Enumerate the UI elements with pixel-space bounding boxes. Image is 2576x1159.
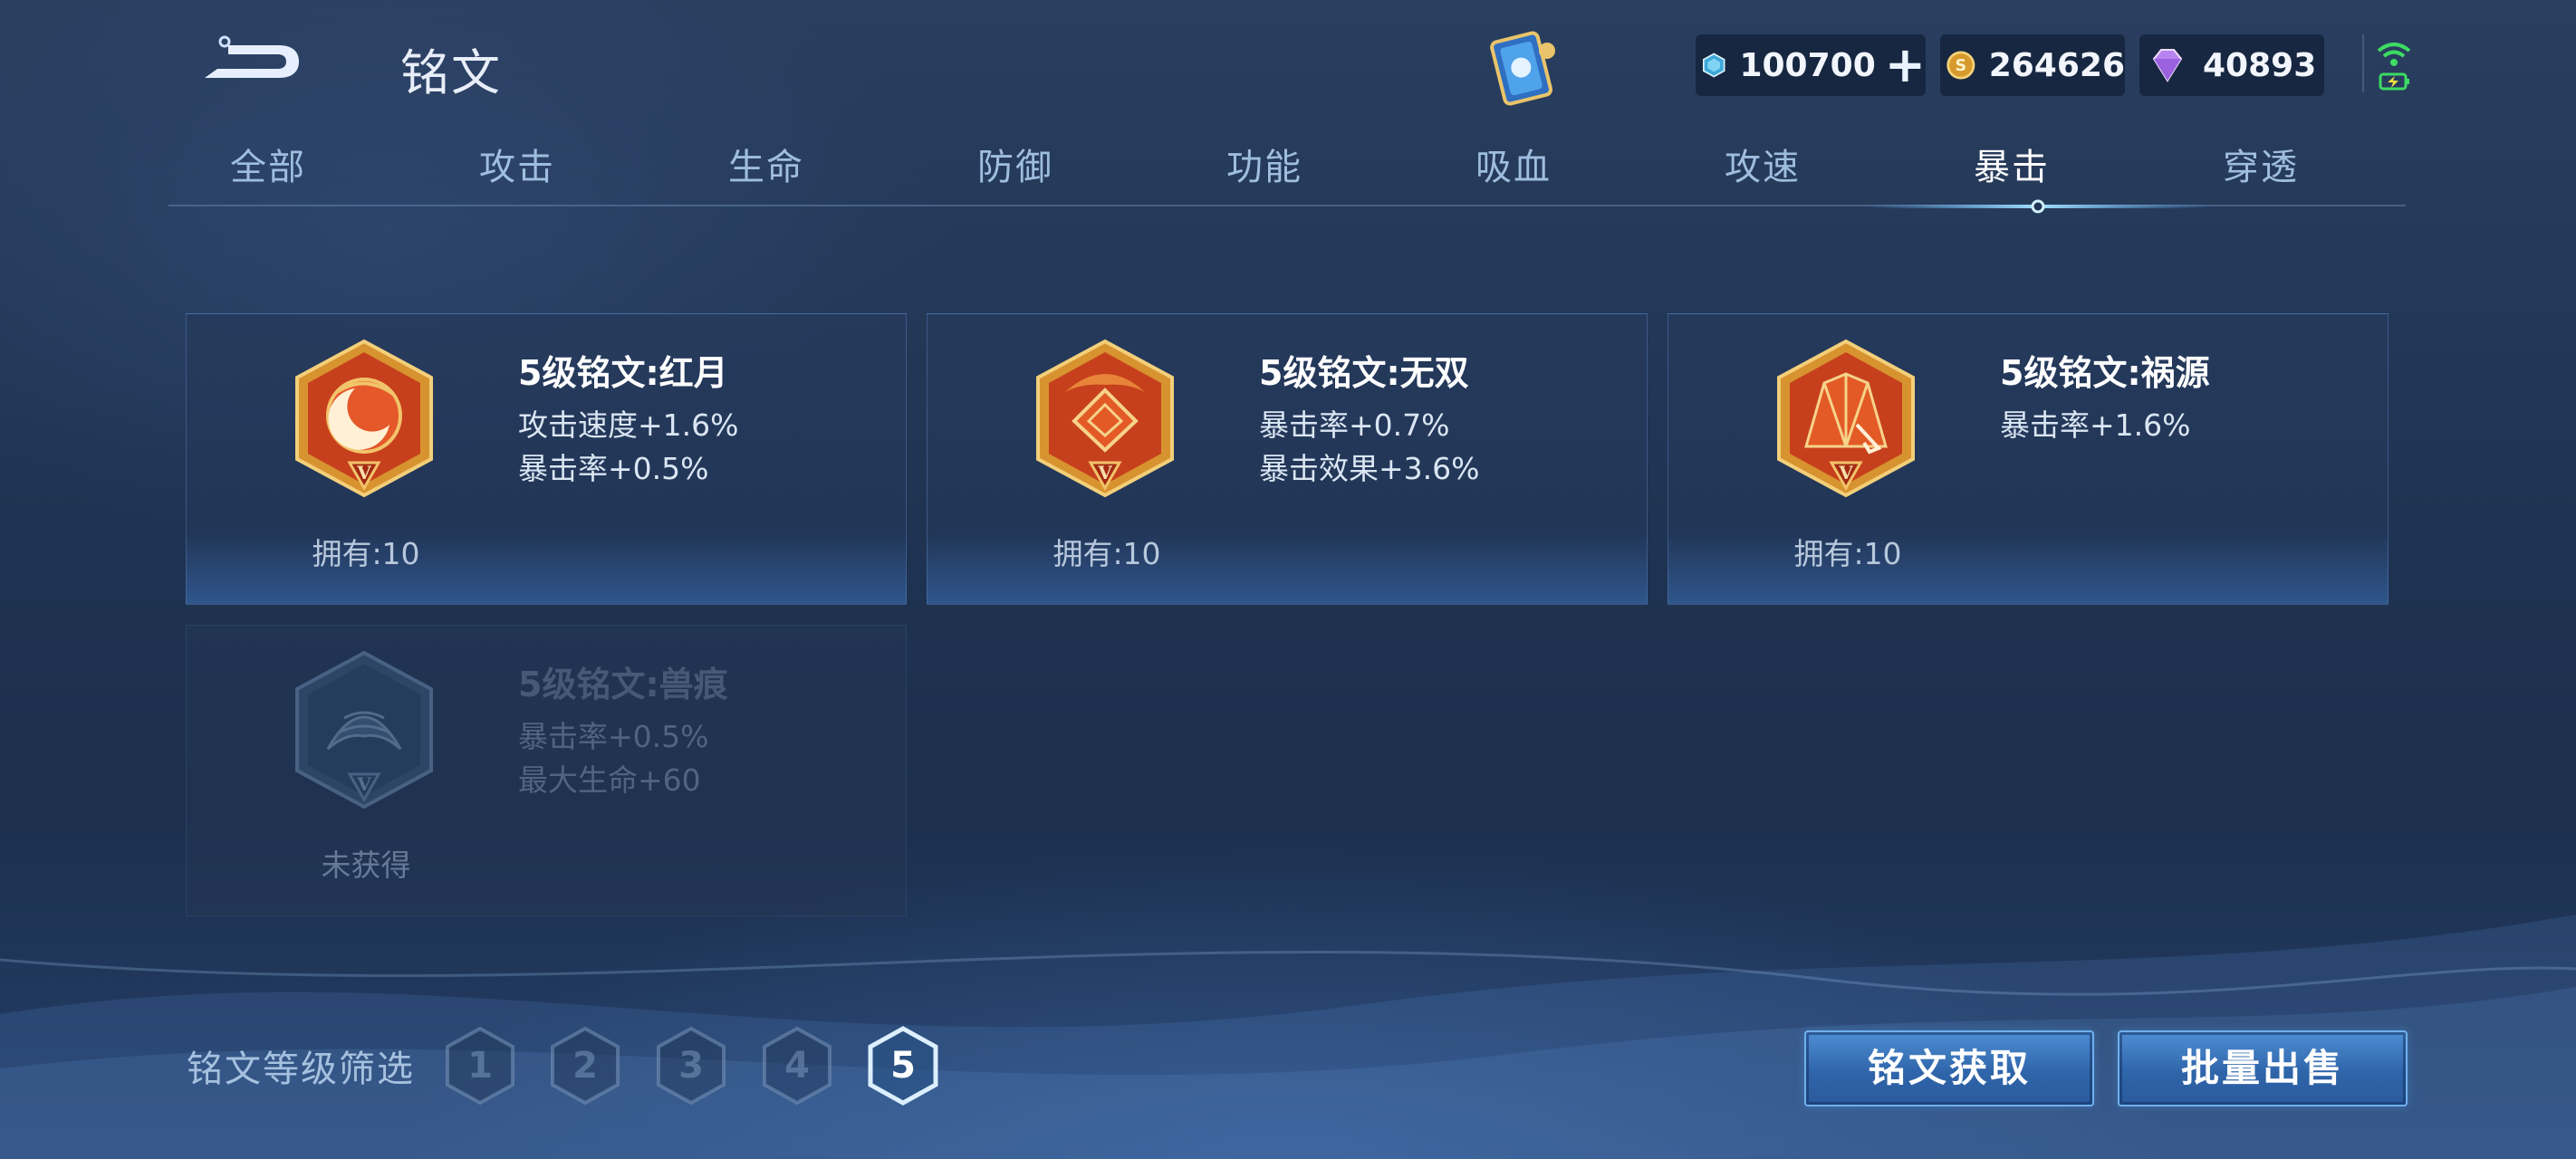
bulk-sell-button[interactable]: 批量出售 <box>2118 1030 2408 1106</box>
level-filter-4[interactable]: 4 <box>760 1025 834 1106</box>
level-filter-3[interactable]: 3 <box>654 1025 728 1106</box>
calamity-rune-icon: V <box>1777 339 1915 498</box>
tab-defense[interactable]: 防御 <box>916 136 1115 199</box>
tab-critical[interactable]: 暴击 <box>1912 136 2111 199</box>
gold-value: 264626 <box>1988 46 2125 84</box>
tab-attack-speed[interactable]: 攻速 <box>1663 136 1862 199</box>
level-number: 1 <box>467 1045 493 1087</box>
diamond-counter: 40893 <box>2139 34 2324 96</box>
level-number: 5 <box>890 1045 916 1087</box>
beast-mark-rune-icon: V <box>295 650 433 809</box>
rune-stat: 最大生命+60 <box>518 762 701 798</box>
svg-text:V: V <box>1838 462 1853 484</box>
red-moon-rune-icon: V <box>295 339 433 498</box>
tab-penetration[interactable]: 穿透 <box>2161 136 2360 199</box>
tab-attack[interactable]: 攻击 <box>418 136 617 199</box>
rune-name: 5级铭文:红月 <box>518 353 728 393</box>
rune-card-calamity[interactable]: V 5级铭文:祸源 暴击率+1.6% 拥有:10 <box>1668 313 2389 605</box>
rune-card-item-icon[interactable] <box>1476 27 1571 112</box>
level-number: 4 <box>784 1045 810 1087</box>
voucher-crystal-icon <box>1702 53 1725 78</box>
svg-text:S: S <box>1956 57 1967 75</box>
rune-not-obtained: 未获得 <box>321 848 411 883</box>
back-button[interactable] <box>192 33 304 91</box>
rune-owned-count: 拥有:10 <box>1793 536 1902 571</box>
back-arrow-icon <box>205 35 299 78</box>
level-filter-5[interactable]: 5 <box>866 1025 940 1106</box>
gold-counter: S 264626 <box>1940 34 2125 96</box>
voucher-value: 100700 <box>1739 46 1876 84</box>
gold-coin-icon: S <box>1946 51 1975 80</box>
diamond-gem-icon <box>2152 49 2183 82</box>
rune-stat: 暴击率+0.5% <box>518 719 709 754</box>
rune-stat: 暴击率+1.6% <box>2000 407 2191 443</box>
rune-owned-count: 拥有:10 <box>1053 536 1161 571</box>
tab-utility[interactable]: 功能 <box>1165 136 1364 199</box>
rune-owned-count: 拥有:10 <box>312 536 420 571</box>
rune-card-beast-mark[interactable]: V 5级铭文:兽痕 暴击率+0.5% 最大生命+60 未获得 <box>186 625 907 916</box>
wifi-battery-icon <box>2377 43 2411 91</box>
level-filter-label: 铭文等级筛选 <box>187 1049 415 1090</box>
level-filter-2[interactable]: 2 <box>548 1025 622 1106</box>
rune-stat: 暴击效果+3.6% <box>1259 451 1480 486</box>
rune-card-red-moon[interactable]: V 5级铭文:红月 攻击速度+1.6% 暴击率+0.5% 拥有:10 <box>186 313 907 605</box>
level-number: 2 <box>572 1045 598 1087</box>
status-divider <box>2362 34 2364 92</box>
unrivaled-rune-icon: V <box>1036 339 1174 498</box>
rune-stat: 暴击率+0.7% <box>1259 407 1450 443</box>
tab-all[interactable]: 全部 <box>168 136 368 199</box>
tab-health[interactable]: 生命 <box>667 136 866 199</box>
level-number: 3 <box>678 1045 704 1087</box>
voucher-counter: 100700 + <box>1696 34 1926 96</box>
rune-card-unrivaled[interactable]: V 5级铭文:无双 暴击率+0.7% 暴击效果+3.6% 拥有:10 <box>927 313 1648 605</box>
get-runes-button[interactable]: 铭文获取 <box>1804 1030 2094 1106</box>
tab-lifesteal[interactable]: 吸血 <box>1414 136 1613 199</box>
rune-name: 5级铭文:兽痕 <box>518 665 728 704</box>
rune-stat: 攻击速度+1.6% <box>518 407 739 443</box>
level-filter-1[interactable]: 1 <box>443 1025 517 1106</box>
rune-name: 5级铭文:祸源 <box>2000 353 2210 393</box>
rune-name: 5级铭文:无双 <box>1259 353 1469 393</box>
svg-text:V: V <box>356 773 371 795</box>
svg-text:V: V <box>1097 462 1112 484</box>
page-title: 铭文 <box>400 44 502 101</box>
rune-stat: 暴击率+0.5% <box>518 451 709 486</box>
svg-text:V: V <box>356 462 371 484</box>
add-vouchers-button[interactable]: + <box>1885 41 1926 90</box>
diamond-value: 40893 <box>2203 46 2317 84</box>
active-tab-indicator <box>1866 199 2210 214</box>
